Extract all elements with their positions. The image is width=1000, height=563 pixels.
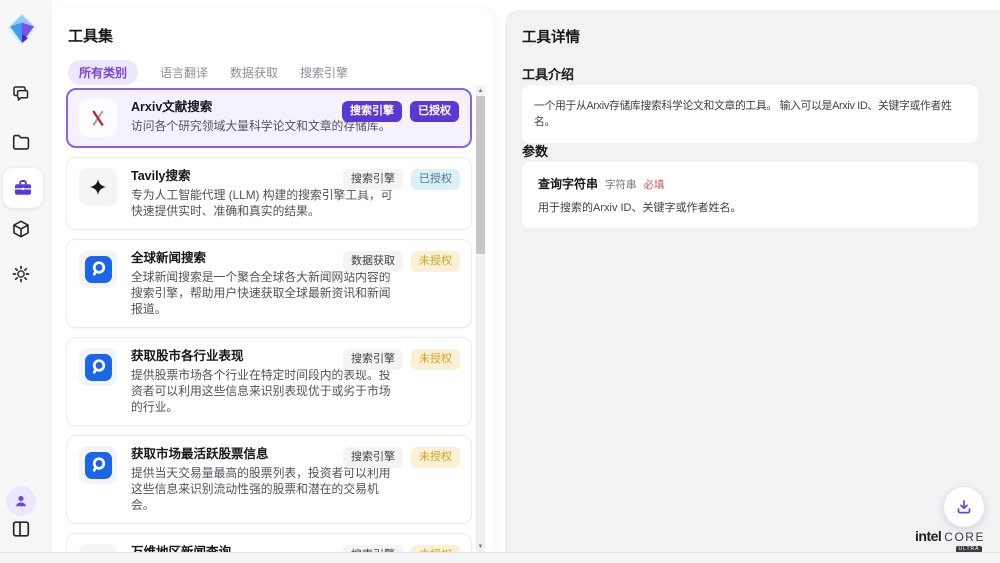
tab-all-categories[interactable]: 所有类别 xyxy=(68,60,138,85)
intro-heading: 工具介绍 xyxy=(522,64,574,83)
nav-chat[interactable] xyxy=(4,77,38,111)
param-description: 用于搜索的Arxiv ID、关键字或作者姓名。 xyxy=(538,199,962,215)
tool-list: Arxiv文献搜索 访问各个研究领域大量科学论文和文章的存储库。 搜索引擎 已授… xyxy=(66,88,472,552)
detail-title: 工具详情 xyxy=(522,26,580,47)
auth-badge: 未授权 xyxy=(411,251,460,272)
category-badge: 搜索引擎 xyxy=(343,545,403,552)
tab-language-translation[interactable]: 语言翻译 xyxy=(160,64,208,81)
chat-icon xyxy=(9,82,33,106)
param-name: 查询字符串 xyxy=(538,175,598,192)
intel-core-logo: intelCORE ULTRA xyxy=(910,528,990,553)
auth-badge: 未授权 xyxy=(411,545,460,552)
tool-card[interactable]: 获取市场最活跃股票信息 提供当天交易量最高的股票列表，投资者可以利用这些信息来识… xyxy=(66,435,472,524)
juhe-icon xyxy=(79,348,117,386)
intel-wordmark: intel xyxy=(915,528,941,544)
scroll-up-arrow[interactable]: ▲ xyxy=(476,86,485,96)
param-type: 字符串 xyxy=(605,177,637,192)
arxiv-icon xyxy=(79,99,117,137)
tool-card[interactable]: 万维地区新闻查询 查询具体行政区划内的新闻，快速了解各地新闻动 搜索引擎 未授权 xyxy=(66,533,472,552)
nav-toolset[interactable] xyxy=(3,168,43,208)
news-icon xyxy=(79,544,117,552)
category-badge: 搜索引擎 xyxy=(343,169,403,190)
toolbox-icon xyxy=(11,176,35,200)
category-badge: 搜索引擎 xyxy=(342,101,402,122)
nav-models[interactable] xyxy=(4,212,38,246)
tool-description: 全球新闻搜索是一个聚合全球各大新闻网站内容的搜索引擎，帮助用户快速获取全球最新资… xyxy=(131,269,396,317)
scroll-down-arrow[interactable]: ▼ xyxy=(476,542,485,552)
page-title: 工具集 xyxy=(68,25,113,46)
juhe-icon xyxy=(79,250,117,288)
param-required-flag: 必填 xyxy=(644,177,665,192)
user-icon xyxy=(12,492,30,510)
tool-card[interactable]: Arxiv文献搜索 访问各个研究领域大量科学论文和文章的存储库。 搜索引擎 已授… xyxy=(66,88,472,148)
tool-list-panel: 工具集 所有类别 语言翻译 数据获取 搜索引擎 Arxiv文献搜索 访问各个研究… xyxy=(52,8,493,552)
tool-description: 提供当天交易量最高的股票列表，投资者可以利用这些信息来识别流动性强的股票和潜在的… xyxy=(131,465,396,513)
nav-files[interactable] xyxy=(4,125,38,159)
intro-card: 一个用于从Arxiv存储库搜索科学论文和文章的工具。 输入可以是Arxiv ID… xyxy=(522,85,978,143)
nav-panel-toggle[interactable] xyxy=(4,512,38,546)
auth-badge: 未授权 xyxy=(411,447,460,468)
list-scrollbar[interactable]: ▲ ▼ xyxy=(476,86,485,552)
tab-data-fetch[interactable]: 数据获取 xyxy=(230,64,278,81)
gear-icon xyxy=(9,262,33,286)
category-badge: 搜索引擎 xyxy=(343,447,403,468)
juhe-icon xyxy=(79,446,117,484)
tool-card[interactable]: Tavily搜索 专为人工智能代理 (LLM) 构建的搜索引擎工具，可快速提供实… xyxy=(66,157,472,230)
auth-badge: 已授权 xyxy=(411,169,460,190)
folder-icon xyxy=(9,130,33,154)
tool-description: 专为人工智能代理 (LLM) 构建的搜索引擎工具，可快速提供实时、准确和真实的结… xyxy=(131,187,396,219)
download-button[interactable] xyxy=(944,487,984,527)
tool-detail-panel: 工具详情 工具介绍 一个用于从Arxiv存储库搜索科学论文和文章的工具。 输入可… xyxy=(505,10,1000,552)
params-heading: 参数 xyxy=(522,141,548,160)
core-wordmark: CORE xyxy=(944,530,985,544)
tool-card[interactable]: 全球新闻搜索 全球新闻搜索是一个聚合全球各大新闻网站内容的搜索引擎，帮助用户快速… xyxy=(66,239,472,328)
auth-badge: 未授权 xyxy=(411,349,460,370)
category-badge: 搜索引擎 xyxy=(343,349,403,370)
sparkle-icon xyxy=(79,168,117,206)
cube-icon xyxy=(9,217,33,241)
auth-badge: 已授权 xyxy=(410,101,459,122)
window-bottom-strip xyxy=(0,552,1000,563)
category-tabs: 所有类别 语言翻译 数据获取 搜索引擎 xyxy=(68,60,348,85)
nav-settings[interactable] xyxy=(4,257,38,291)
app-window: 工具集 所有类别 语言翻译 数据获取 搜索引擎 Arxiv文献搜索 访问各个研究… xyxy=(0,0,1000,563)
download-icon xyxy=(953,496,975,518)
intro-text: 一个用于从Arxiv存储库搜索科学论文和文章的工具。 输入可以是Arxiv ID… xyxy=(534,100,951,128)
param-card: 查询字符串 字符串 必填 用于搜索的Arxiv ID、关键字或作者姓名。 xyxy=(522,162,978,228)
scroll-thumb[interactable] xyxy=(476,96,485,254)
app-logo-icon xyxy=(4,12,40,48)
left-sidebar xyxy=(0,0,52,563)
tool-description: 提供股票市场各个行业在特定时间段内的表现。投资者可以利用这些信息来识别表现优于或… xyxy=(131,367,396,415)
tool-card[interactable]: 获取股市各行业表现 提供股票市场各个行业在特定时间段内的表现。投资者可以利用这些… xyxy=(66,337,472,426)
tab-search-engine[interactable]: 搜索引擎 xyxy=(300,64,348,81)
category-badge: 数据获取 xyxy=(343,251,403,272)
panel-toggle-icon xyxy=(9,517,33,541)
